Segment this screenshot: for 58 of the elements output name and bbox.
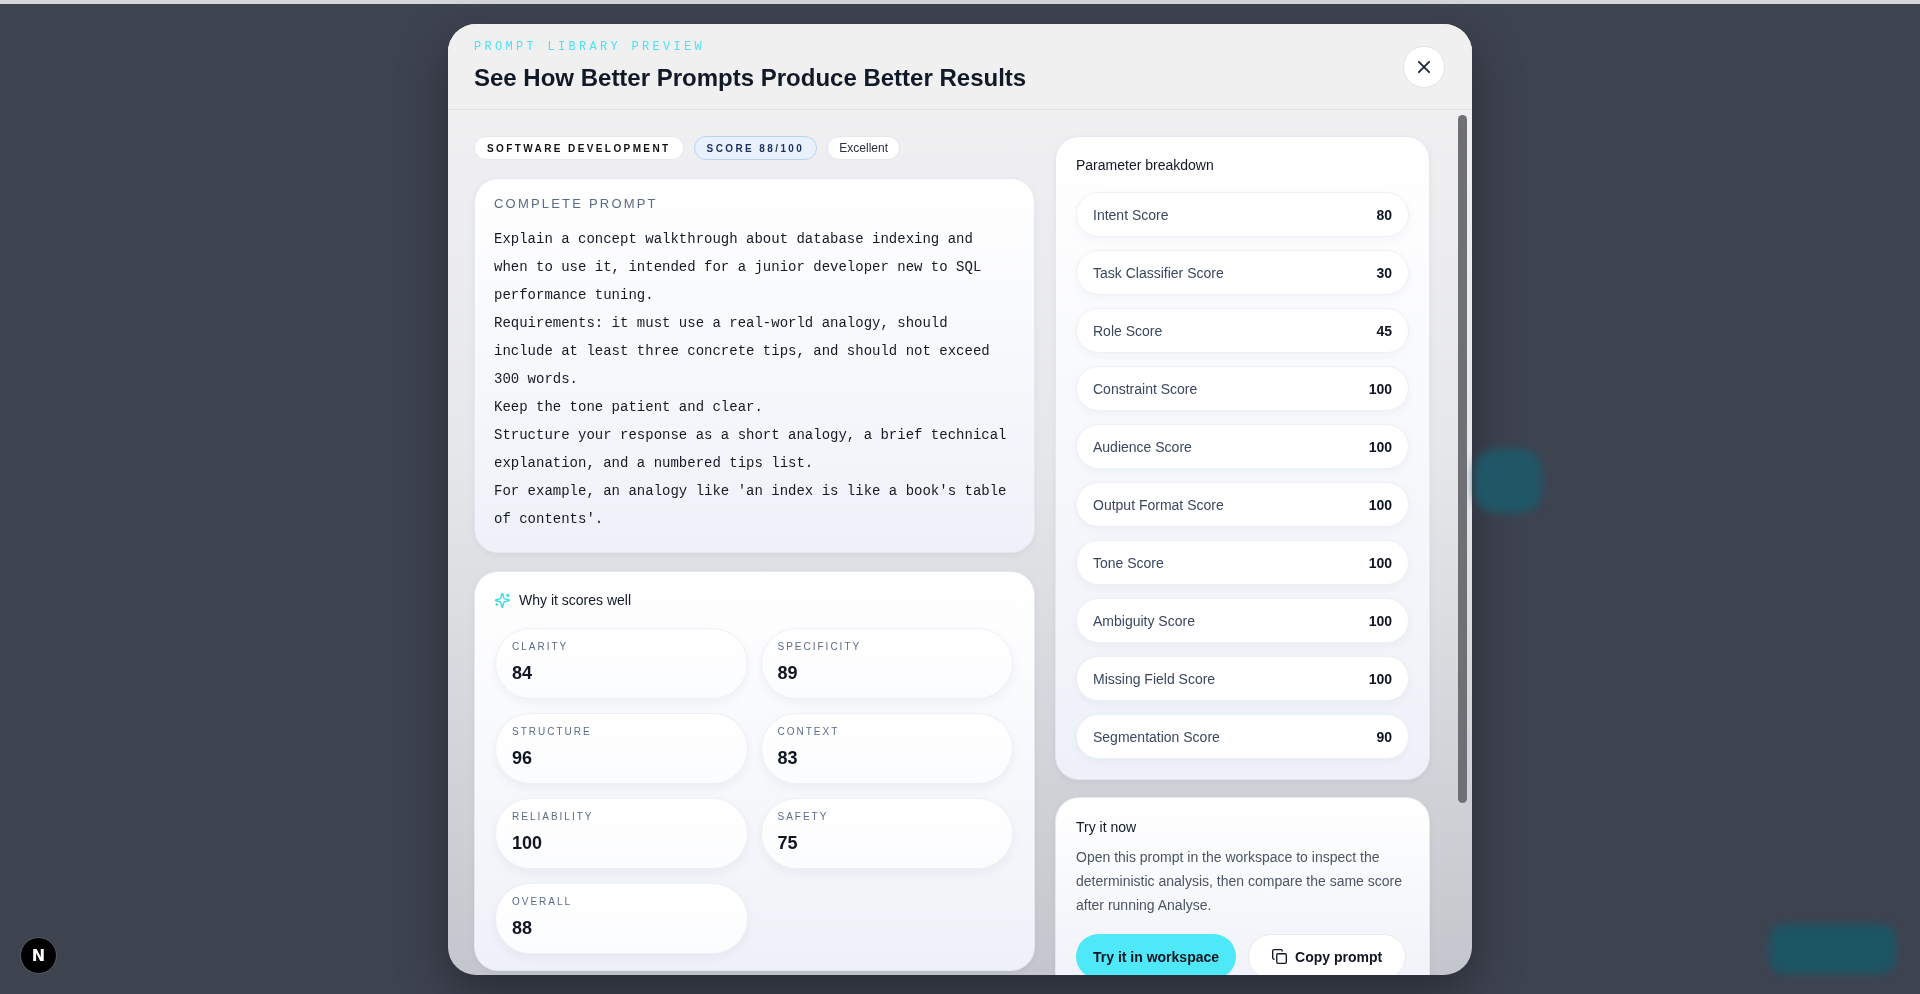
parameter-label: Task Classifier Score xyxy=(1093,264,1224,281)
metric-value: 89 xyxy=(777,662,798,685)
parameter-score: 30 xyxy=(1376,264,1392,281)
sparkles-icon xyxy=(495,592,510,608)
parameter-score: 100 xyxy=(1368,670,1392,687)
parameter-label: Constraint Score xyxy=(1093,380,1198,397)
score-tag: SCORE 88/100 xyxy=(693,136,818,160)
prompt-paragraph: Requirements: it must use a real-world analogy, should include at least three concrete tips, and should not exceed 300 words. xyxy=(494,314,991,389)
metric-value: 83 xyxy=(777,747,798,770)
metric-label: SAFETY xyxy=(777,810,829,824)
prompt-paragraph: Structure your response as a short analogy, a brief technical explanation, and a numbered tips list. xyxy=(494,426,1008,473)
parameter-label: Audience Score xyxy=(1093,438,1192,455)
section-heading: Try it now xyxy=(1076,818,1138,837)
close-button[interactable] xyxy=(1403,45,1445,88)
parameter-label: Segmentation Score xyxy=(1093,728,1220,745)
metric-label: OVERALL xyxy=(512,895,573,909)
parameter-label: Missing Field Score xyxy=(1093,670,1216,687)
eyebrow-label: PROMPT LIBRARY PREVIEW xyxy=(474,39,707,55)
metric-label: CONTEXT xyxy=(777,725,840,739)
prompt-paragraph: Keep the tone patient and clear. xyxy=(494,398,764,417)
section-heading: Parameter breakdown xyxy=(1076,156,1215,175)
dialog-title: See How Better Prompts Produce Better Results xyxy=(474,63,1027,93)
parameter-score: 45 xyxy=(1376,322,1392,339)
parameter-score: 100 xyxy=(1368,554,1392,571)
parameter-score: 90 xyxy=(1376,728,1392,745)
metric-label: CLARITY xyxy=(512,640,569,654)
copy-icon xyxy=(1272,949,1288,964)
parameter-label: Ambiguity Score xyxy=(1093,612,1195,629)
metric-label: SPECIFICITY xyxy=(777,640,862,654)
parameter-label: Intent Score xyxy=(1093,206,1169,223)
description-text: Open this prompt in the workspace to inspect the deterministic analysis, then compare the same score after running Analyse. xyxy=(1076,848,1404,915)
scrollbar-thumb[interactable] xyxy=(1458,115,1467,803)
prompt-paragraph: For example, an analogy like 'an index is like a book's table of contents'. xyxy=(494,482,1008,529)
parameter-score: 100 xyxy=(1368,380,1392,397)
metric-value: 75 xyxy=(777,832,798,855)
parameter-label: Output Format Score xyxy=(1093,496,1224,513)
prompt-paragraph: Explain a concept walkthrough about database indexing and when to use it, intended for a junior developer new to SQL performance tuning. xyxy=(494,230,983,305)
parameter-label: Tone Score xyxy=(1093,554,1164,571)
metric-label: STRUCTURE xyxy=(512,725,592,739)
parameter-score: 100 xyxy=(1368,438,1392,455)
parameter-score: 100 xyxy=(1368,612,1392,629)
category-tag: SOFTWARE DEVELOPMENT xyxy=(474,136,684,160)
metric-value: 100 xyxy=(512,832,543,855)
rating-tag: Excellent xyxy=(827,136,900,160)
try-workspace-button[interactable]: Try it in workspace xyxy=(1076,934,1237,975)
blurred-shape xyxy=(1474,449,1542,513)
close-icon xyxy=(1418,60,1430,73)
copy-button[interactable]: Copy prompt xyxy=(1248,934,1407,975)
parameter-score: 80 xyxy=(1376,206,1392,223)
parameter-label: Role Score xyxy=(1093,322,1163,339)
section-heading: Why it scores well xyxy=(519,591,632,610)
metric-value: 88 xyxy=(512,917,533,940)
metric-label: RELIABILITY xyxy=(512,810,594,824)
parameter-score: 100 xyxy=(1368,496,1392,513)
metric-value: 84 xyxy=(512,662,533,685)
dev-tools-badge[interactable]: N xyxy=(20,937,57,974)
section-heading: COMPLETE PROMPT xyxy=(494,196,659,212)
metric-value: 96 xyxy=(512,747,533,770)
